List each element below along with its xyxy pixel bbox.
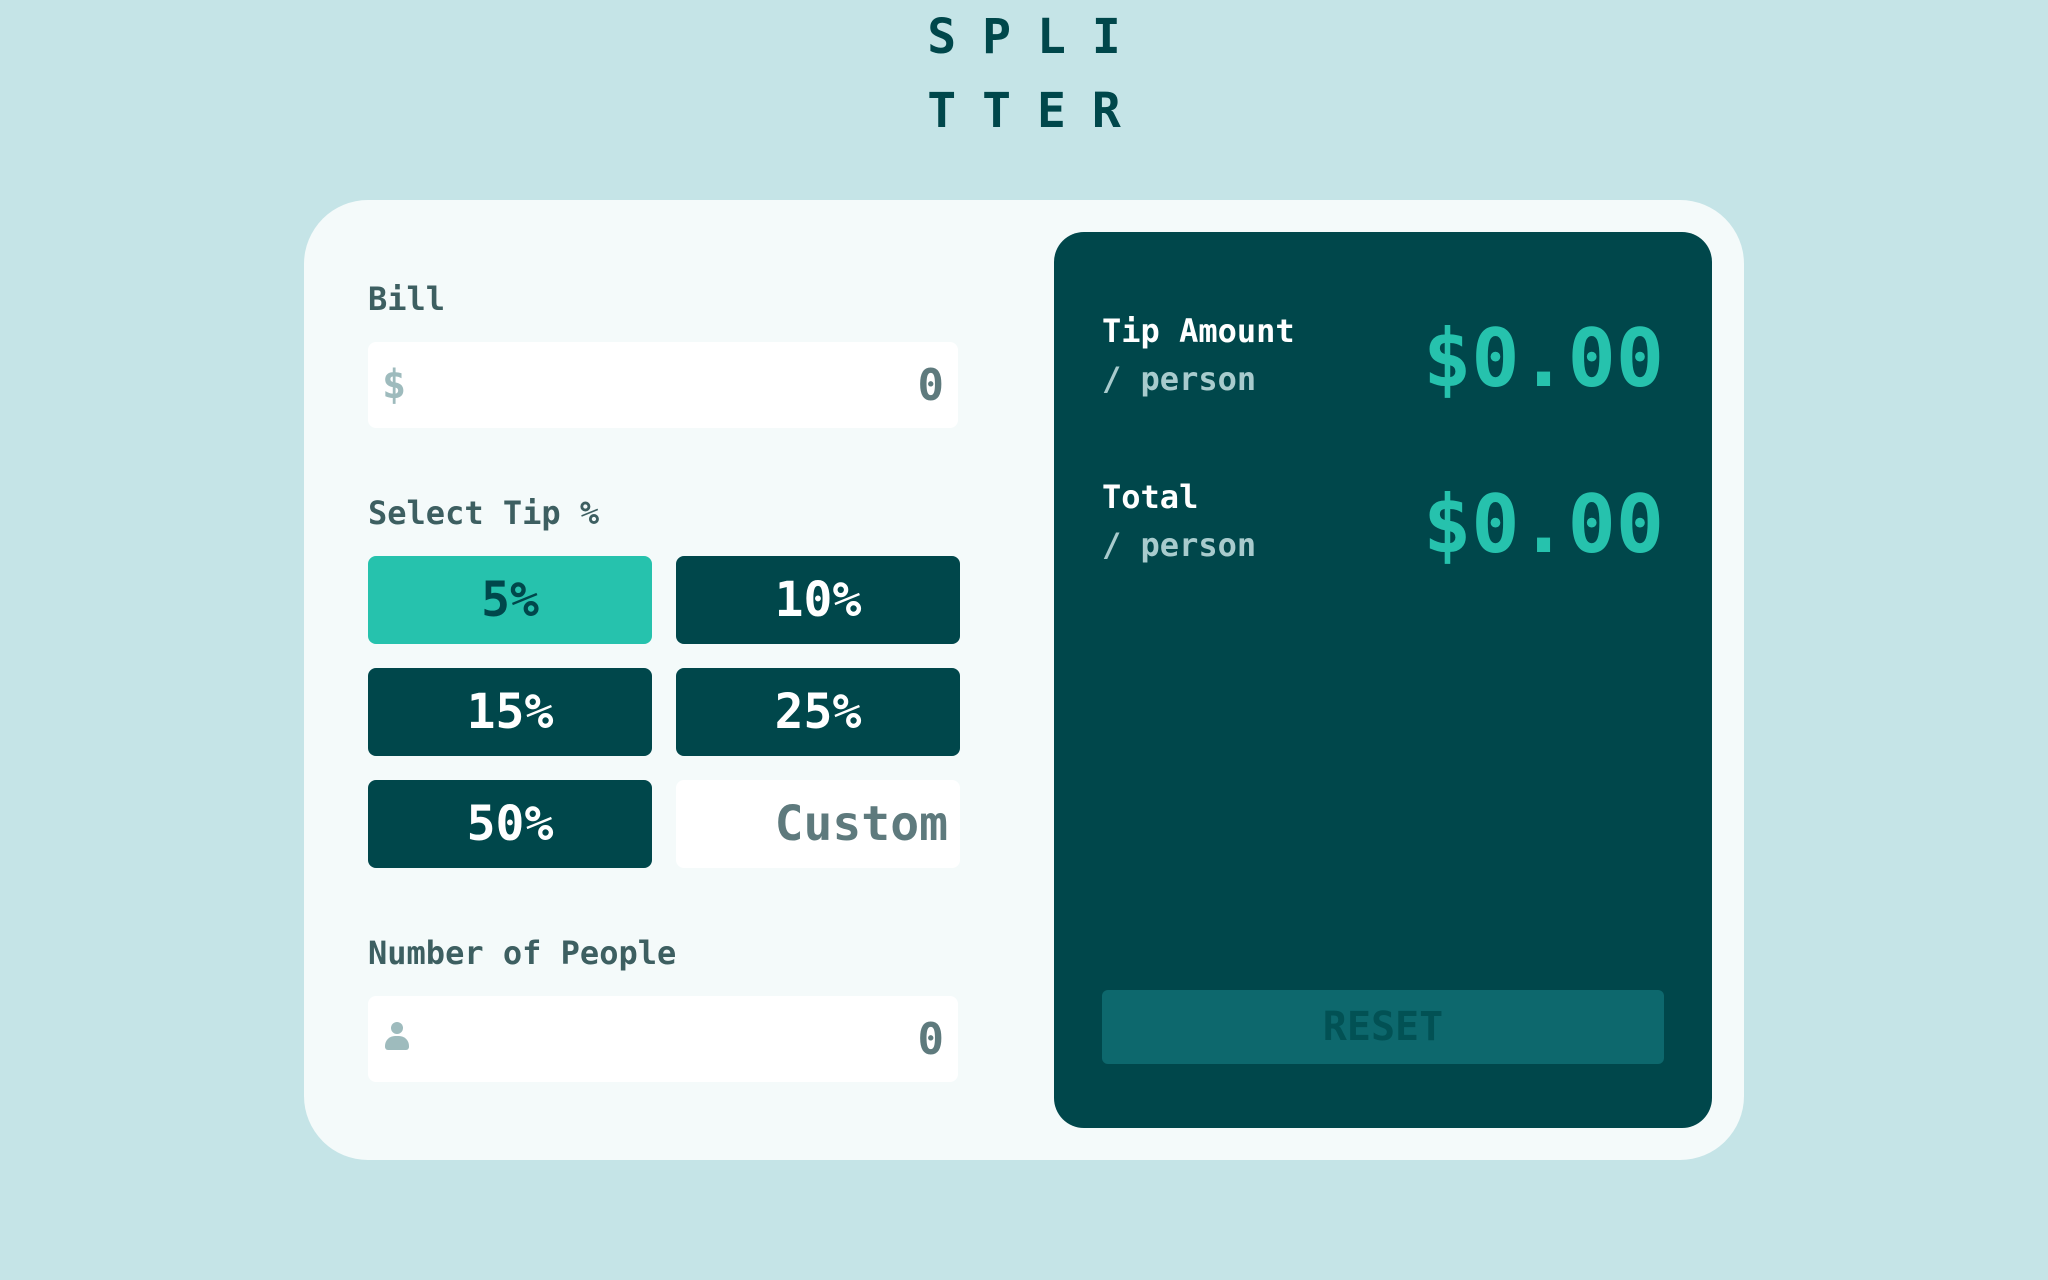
tip-10-button[interactable]: 10% <box>676 556 960 644</box>
tip-25-button[interactable]: 25% <box>676 668 960 756</box>
reset-button[interactable]: RESET <box>1102 990 1664 1064</box>
logo-line-1: SPLI <box>927 9 1147 65</box>
custom-tip-input[interactable]: Custom <box>676 780 960 868</box>
people-label: Number of People <box>368 934 677 972</box>
total-per-person-label: / person <box>1102 526 1257 564</box>
tip-50-button[interactable]: 50% <box>368 780 652 868</box>
total-value: $0.00 <box>1423 478 1664 571</box>
tip-5-button[interactable]: 5% <box>368 556 652 644</box>
tip-15-button[interactable]: 15% <box>368 668 652 756</box>
bill-label: Bill <box>368 280 446 318</box>
people-input[interactable]: 0 <box>424 1014 945 1065</box>
dollar-icon: $ <box>382 362 407 408</box>
results-panel: Tip Amount / person $0.00 Total / person… <box>1054 232 1712 1128</box>
bill-input[interactable]: 0 <box>424 360 945 411</box>
tip-amount-value: $0.00 <box>1423 312 1664 405</box>
people-field[interactable]: 0 <box>368 996 958 1082</box>
select-tip-label: Select Tip % <box>368 494 600 532</box>
tip-amount-label: Tip Amount <box>1102 312 1295 350</box>
tip-amount-per-person-label: / person <box>1102 360 1257 398</box>
total-label: Total <box>1102 478 1199 516</box>
bill-field[interactable]: $ 0 <box>368 342 958 428</box>
logo-line-2: TTER <box>927 83 1147 139</box>
app-logo: SPLI TTER <box>0 0 2048 148</box>
person-icon <box>384 1022 410 1056</box>
calculator-card: Bill $ 0 Select Tip % 5% 10% 15% 25% 50%… <box>304 200 1744 1160</box>
